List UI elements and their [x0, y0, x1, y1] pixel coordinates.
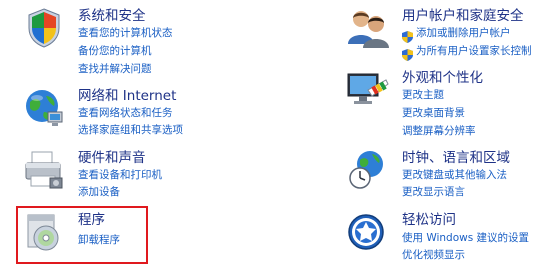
category-title[interactable]: 时钟、语言和区域 [402, 150, 510, 166]
uac-shield-icon [402, 28, 413, 43]
uac-shield-icon [402, 46, 413, 61]
category-title[interactable]: 硬件和声音 [78, 150, 146, 166]
category-hardware-sound: 硬件和声音 查看设备和打印机 添加设备 [22, 148, 222, 204]
link-change-keyboard-input[interactable]: 更改键盘或其他输入法 [402, 169, 507, 182]
link-backup-computer[interactable]: 备份您的计算机 [78, 45, 152, 58]
category-title[interactable]: 外观和个性化 [402, 70, 483, 86]
link-view-computer-status[interactable]: 查看您的计算机状态 [78, 27, 173, 40]
category-network-internet: 网络和 Internet 查看网络状态和任务 选择家庭组和共享选项 [22, 86, 222, 142]
category-user-accounts: 用户帐户和家庭安全 添加或删除用户帐户 为所有用户设置家长控制 [346, 6, 536, 62]
link-find-fix-problems[interactable]: 查找并解决问题 [78, 63, 152, 76]
category-ease-of-access: 轻松访问 使用 Windows 建议的设置 优化视频显示 [346, 210, 536, 266]
link-homegroup-sharing[interactable]: 选择家庭组和共享选项 [78, 124, 183, 137]
shield-flag-icon[interactable] [22, 6, 66, 50]
clock-globe-icon[interactable] [346, 148, 390, 192]
link-change-display-language[interactable]: 更改显示语言 [402, 186, 465, 199]
category-title[interactable]: 用户帐户和家庭安全 [402, 8, 524, 24]
network-globe-icon[interactable] [22, 86, 66, 130]
category-title[interactable]: 系统和安全 [78, 8, 146, 24]
link-change-desktop-bg[interactable]: 更改桌面背景 [402, 107, 465, 120]
link-adjust-resolution[interactable]: 调整屏幕分辨率 [402, 125, 476, 138]
monitor-palette-icon[interactable] [346, 68, 390, 112]
link-parental-controls[interactable]: 为所有用户设置家长控制 [416, 45, 532, 58]
category-title[interactable]: 轻松访问 [402, 212, 456, 228]
category-appearance: 外观和个性化 更改主题 更改桌面背景 调整屏幕分辨率 [346, 68, 536, 138]
category-title[interactable]: 网络和 Internet [78, 88, 176, 104]
link-devices-printers[interactable]: 查看设备和打印机 [78, 169, 162, 182]
category-system-security: 系统和安全 查看您的计算机状态 备份您的计算机 查找并解决问题 [22, 6, 222, 76]
link-optimize-video-display[interactable]: 优化视频显示 [402, 249, 465, 262]
link-view-network-status[interactable]: 查看网络状态和任务 [78, 107, 173, 120]
printer-icon[interactable] [22, 148, 66, 192]
category-clock-language-region: 时钟、语言和区域 更改键盘或其他输入法 更改显示语言 [346, 148, 536, 204]
link-add-device[interactable]: 添加设备 [78, 186, 120, 199]
link-windows-recommended-settings[interactable]: 使用 Windows 建议的设置 [402, 232, 529, 245]
link-change-theme[interactable]: 更改主题 [402, 89, 444, 102]
highlight-box [16, 206, 148, 264]
ease-of-access-icon[interactable] [346, 210, 390, 254]
users-icon[interactable] [346, 6, 390, 50]
link-add-remove-accounts[interactable]: 添加或删除用户帐户 [416, 27, 511, 40]
